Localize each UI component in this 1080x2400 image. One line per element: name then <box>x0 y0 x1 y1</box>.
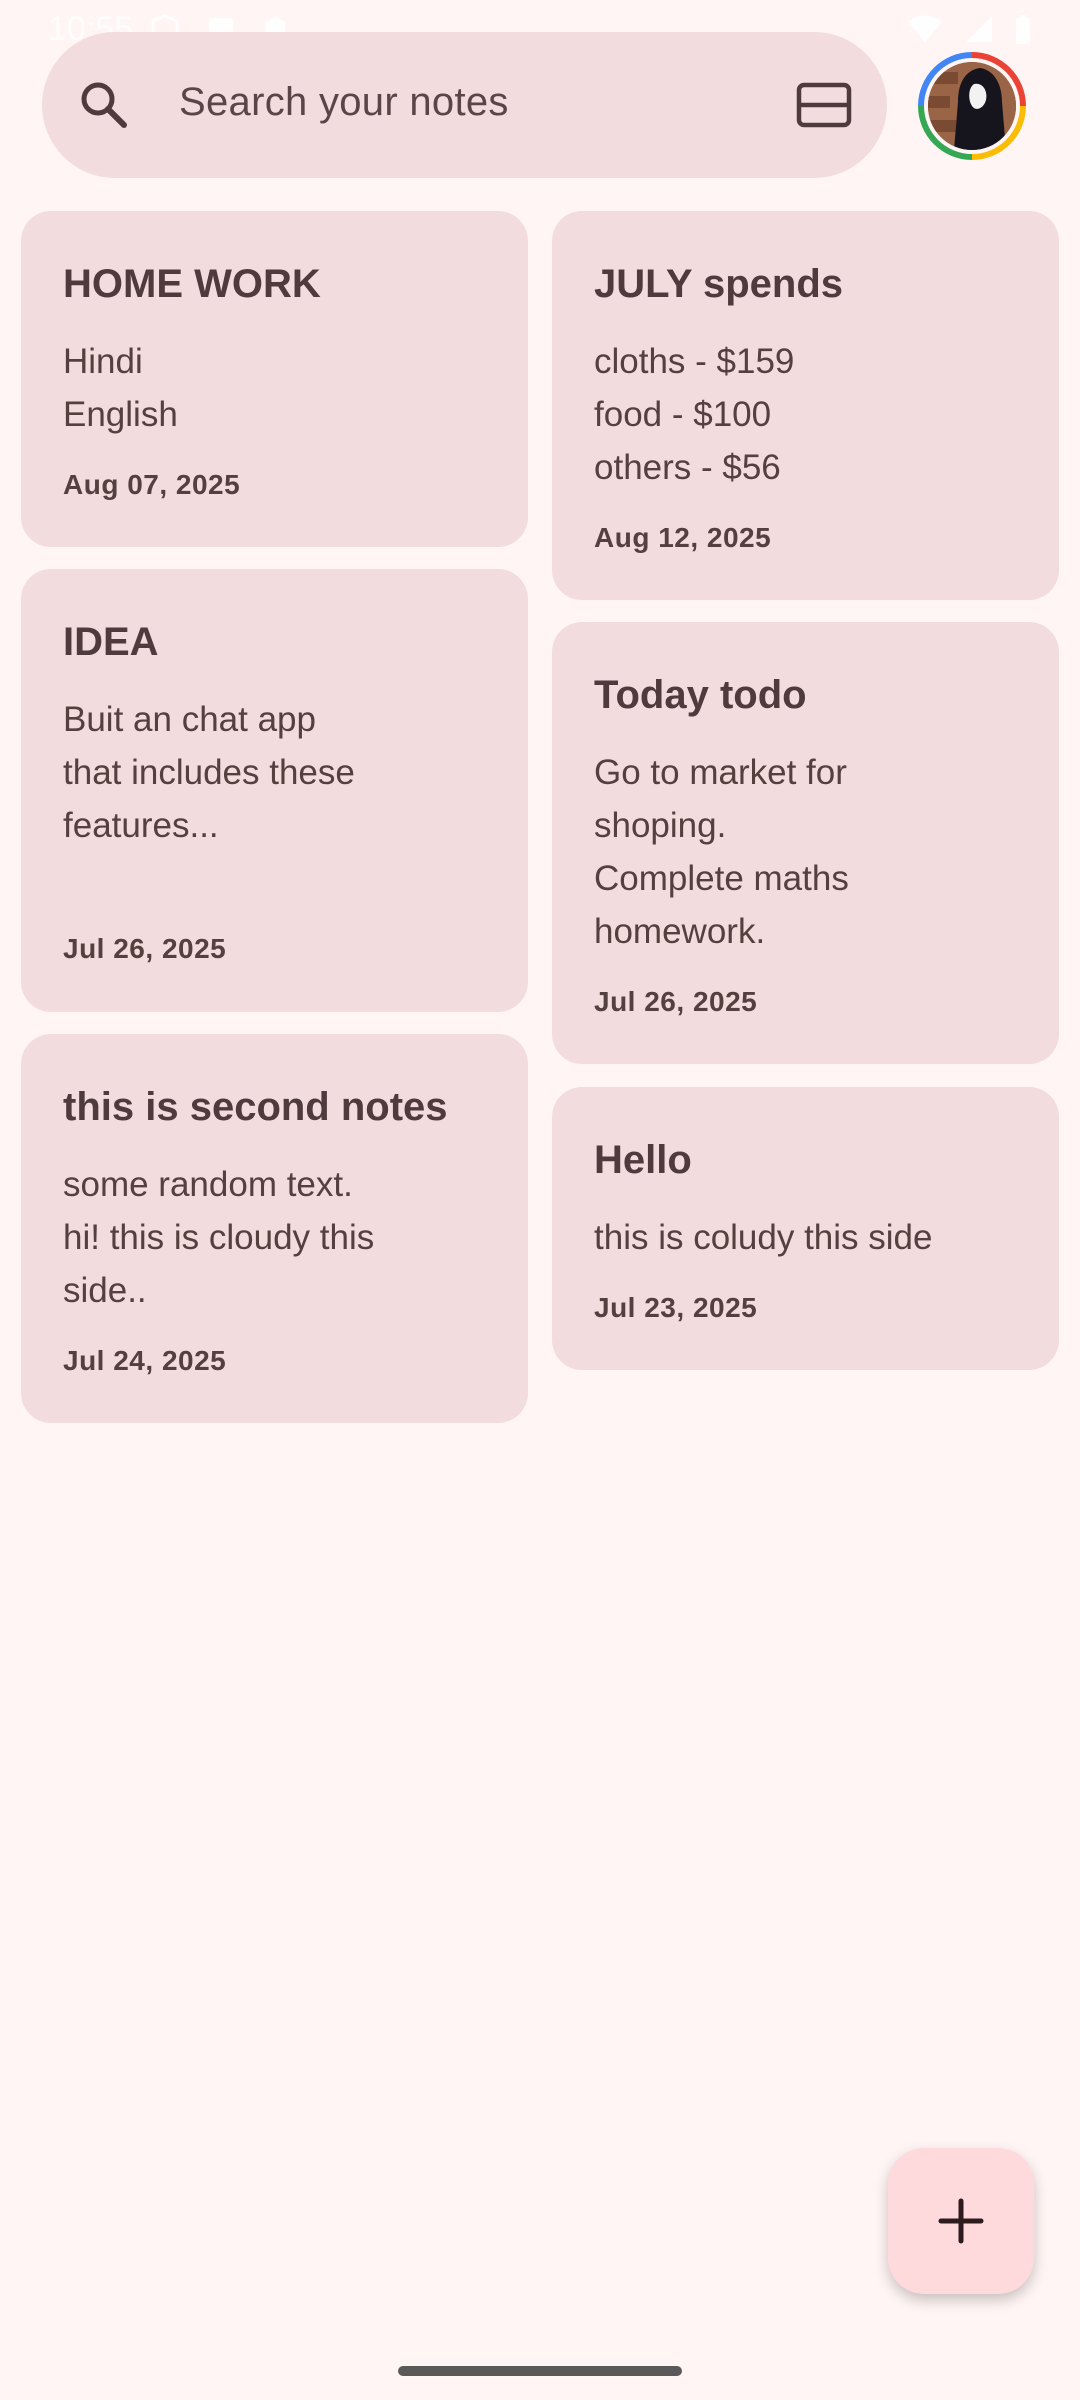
note-card[interactable]: JULY spends cloths - $159 food - $100 ot… <box>552 211 1059 600</box>
note-body: some random text. hi! this is cloudy thi… <box>63 1165 375 1310</box>
home-indicator[interactable] <box>398 2366 682 2376</box>
note-body: Go to market for shoping. Complete maths… <box>594 753 849 951</box>
battery-icon <box>1014 14 1032 46</box>
note-title: this is second notes <box>63 1085 448 1129</box>
avatar-photo <box>928 62 1016 150</box>
account-avatar[interactable] <box>918 52 1026 160</box>
note-card[interactable]: Hello this is coludy this side Jul 23, 2… <box>552 1087 1059 1370</box>
signal-icon <box>964 14 994 46</box>
note-title: IDEA <box>63 620 159 664</box>
plus-icon <box>938 2198 984 2244</box>
note-card[interactable]: HOME WORK Hindi English Aug 07, 2025 <box>21 211 528 547</box>
note-date: Jul 23, 2025 <box>594 1292 758 1323</box>
note-title: Hello <box>594 1138 692 1182</box>
add-note-button[interactable] <box>888 2148 1034 2294</box>
wifi-icon <box>906 14 944 46</box>
note-date: Jul 24, 2025 <box>63 1345 227 1376</box>
status-system-icons <box>906 14 1032 46</box>
note-title: Today todo <box>594 673 807 717</box>
search-bar[interactable]: Search your notes <box>42 32 887 178</box>
note-date: Jul 26, 2025 <box>63 933 227 964</box>
note-date: Aug 07, 2025 <box>63 469 241 500</box>
note-date: Aug 12, 2025 <box>594 522 772 553</box>
note-date: Jul 26, 2025 <box>594 986 758 1017</box>
note-body: Hindi English <box>63 342 178 434</box>
note-card[interactable]: this is second notes some random text. h… <box>21 1034 528 1423</box>
search-input[interactable]: Search your notes <box>179 80 509 125</box>
note-body: this is coludy this side <box>594 1218 933 1257</box>
note-title: JULY spends <box>594 262 844 306</box>
note-body: Buit an chat app that includes these fea… <box>63 700 355 845</box>
note-title: HOME WORK <box>63 262 321 306</box>
note-card[interactable]: Today todo Go to market for shoping. Com… <box>552 622 1059 1064</box>
layout-toggle-icon[interactable] <box>796 82 852 128</box>
note-body: cloths - $159 food - $100 others - $56 <box>594 342 795 487</box>
search-icon[interactable] <box>78 79 130 131</box>
note-card[interactable]: IDEA Buit an chat app that includes thes… <box>21 569 528 1012</box>
